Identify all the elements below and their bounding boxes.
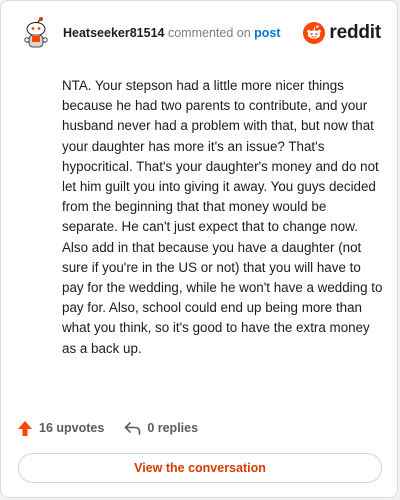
action-text: commented on xyxy=(167,26,251,40)
post-link[interactable]: post xyxy=(254,26,280,40)
user-avatar[interactable] xyxy=(19,16,53,50)
reddit-wordmark: reddit xyxy=(329,22,381,43)
upvote-arrow-icon xyxy=(18,420,32,436)
reply-arrow-icon xyxy=(125,421,141,435)
replies-stat[interactable]: 0 replies xyxy=(124,421,198,436)
comment-actions: 16 upvotes 0 replies xyxy=(17,417,198,439)
comment-header: Heatseeker81514 commented on post reddit xyxy=(19,15,381,51)
replies-count: 0 replies xyxy=(147,421,199,435)
comment-meta: Heatseeker81514 commented on post xyxy=(63,26,303,40)
comment-card: Heatseeker81514 commented on post reddit… xyxy=(0,0,398,498)
username-link[interactable]: Heatseeker81514 xyxy=(63,26,164,40)
view-conversation-button[interactable]: View the conversation xyxy=(18,453,382,483)
upvotes-stat[interactable]: 16 upvotes xyxy=(17,420,104,437)
upvotes-count: 16 upvotes xyxy=(39,421,105,435)
comment-body: NTA. Your stepson had a little more nice… xyxy=(62,78,383,356)
reddit-brand[interactable]: reddit xyxy=(303,22,381,44)
reddit-logo-icon xyxy=(303,22,326,44)
snoo-avatar-icon xyxy=(24,17,48,48)
